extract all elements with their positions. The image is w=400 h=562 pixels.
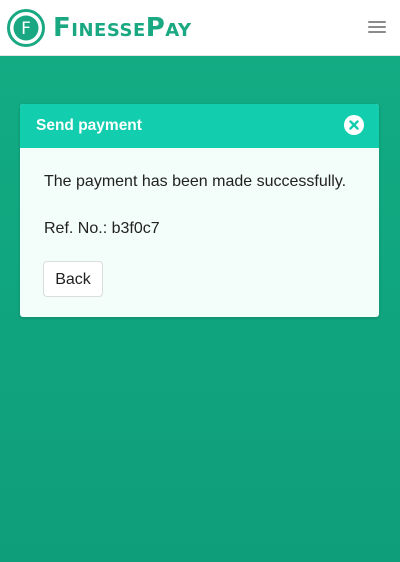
- logo-letter: F: [21, 19, 31, 39]
- hamburger-menu-icon[interactable]: [368, 18, 386, 36]
- dialog-title: Send payment: [36, 117, 142, 134]
- dialog-header: Send payment: [20, 104, 379, 148]
- brand-name[interactable]: FinessePay: [53, 10, 192, 46]
- reference-number: Ref. No.: b3f0c7: [44, 220, 160, 237]
- finessepay-logo-icon: F: [7, 9, 45, 47]
- close-icon[interactable]: [344, 115, 364, 135]
- app-header: F FinessePay: [0, 0, 400, 56]
- success-message: The payment has been made successfully.: [44, 173, 347, 190]
- send-payment-dialog: Send payment The payment has been made s…: [20, 104, 379, 317]
- back-button[interactable]: Back: [43, 261, 103, 297]
